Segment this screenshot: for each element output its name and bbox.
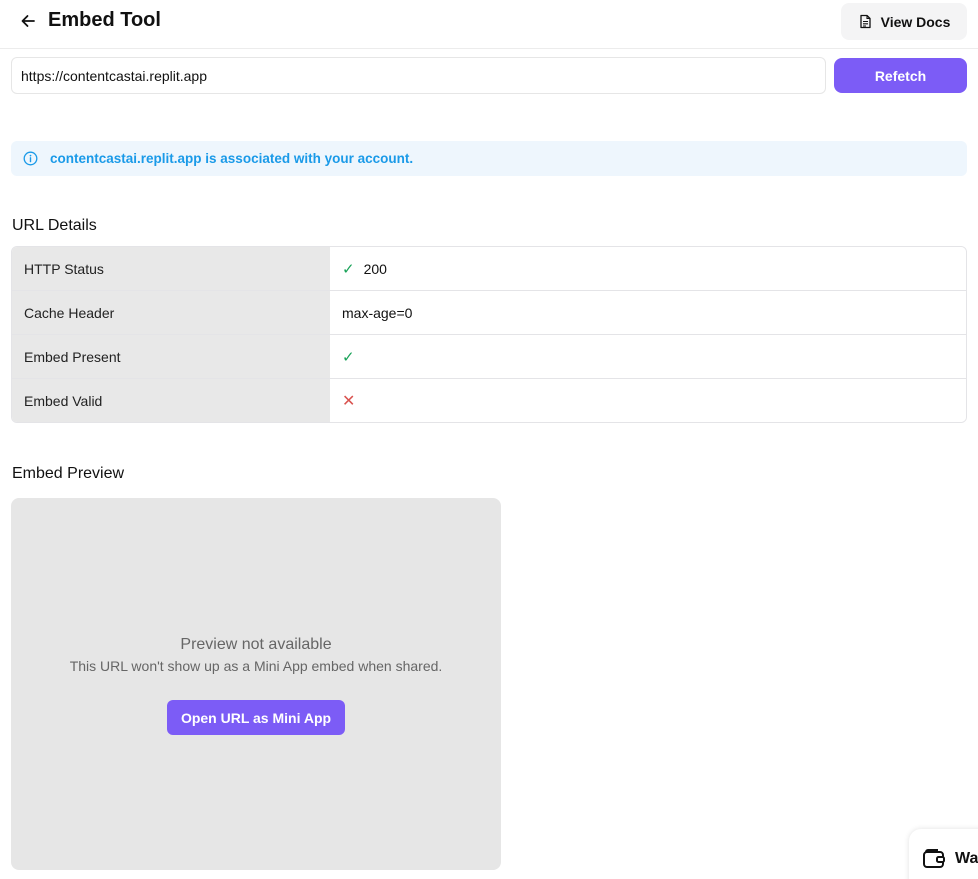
http-status-value-cell: ✓ 200 xyxy=(330,247,966,290)
table-row: HTTP Status ✓ 200 xyxy=(12,247,966,291)
embed-valid-value-cell: ✕ xyxy=(330,379,966,422)
table-row: Cache Header max-age=0 xyxy=(12,291,966,335)
http-status-label: HTTP Status xyxy=(12,247,330,290)
preview-heading: Preview not available xyxy=(180,636,332,653)
wallet-icon xyxy=(923,849,945,868)
page-title: Embed Tool xyxy=(48,9,161,31)
embed-present-value-cell: ✓ xyxy=(330,335,966,378)
url-details-table: HTTP Status ✓ 200 Cache Header max-age=0… xyxy=(11,246,967,423)
info-banner-text: contentcastai.replit.app is associated w… xyxy=(50,151,414,166)
table-row: Embed Valid ✕ xyxy=(12,379,966,422)
embed-present-label: Embed Present xyxy=(12,335,330,378)
info-banner: contentcastai.replit.app is associated w… xyxy=(11,141,967,176)
header: Embed Tool View Docs xyxy=(0,0,978,49)
document-icon xyxy=(859,14,871,29)
view-docs-label: View Docs xyxy=(880,13,951,30)
preview-message: This URL won't show up as a Mini App emb… xyxy=(69,658,443,674)
embed-preview-title: Embed Preview xyxy=(12,465,125,482)
open-url-as-mini-app-button[interactable]: Open URL as Mini App xyxy=(167,700,345,735)
cache-header-label: Cache Header xyxy=(12,291,330,334)
cache-header-value: max-age=0 xyxy=(330,291,966,334)
check-icon: ✓ xyxy=(342,348,355,366)
wallet-label: Wa xyxy=(955,850,978,867)
arrow-left-icon[interactable] xyxy=(19,12,37,30)
refetch-button[interactable]: Refetch xyxy=(834,58,967,93)
info-icon xyxy=(23,151,38,166)
url-details-title: URL Details xyxy=(12,217,97,234)
embed-valid-label: Embed Valid xyxy=(12,379,330,422)
http-status-value: 200 xyxy=(363,260,387,277)
table-row: Embed Present ✓ xyxy=(12,335,966,379)
embed-preview-panel: Preview not available This URL won't sho… xyxy=(11,498,501,870)
check-icon: ✓ xyxy=(342,260,355,278)
cross-icon: ✕ xyxy=(342,392,356,410)
wallet-button[interactable]: Wa xyxy=(909,829,978,879)
url-input[interactable] xyxy=(11,57,826,94)
view-docs-button[interactable]: View Docs xyxy=(841,3,967,40)
